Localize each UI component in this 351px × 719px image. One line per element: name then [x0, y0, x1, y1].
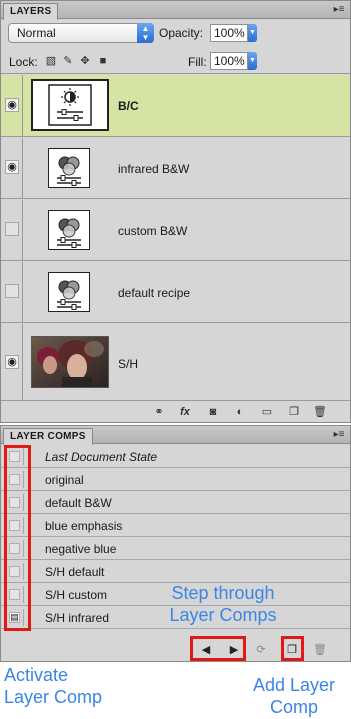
step-through-annotation: Step through Layer Comps [164, 582, 282, 626]
layer-comps-panel: LAYER COMPS ▸≡ Last Document State origi… [0, 425, 351, 662]
comp-row-last-document-state[interactable]: Last Document State [1, 445, 350, 468]
comp-name: S/H default [45, 565, 105, 579]
comp-row-sh-default[interactable]: S/H default [1, 560, 350, 583]
link-icon[interactable]: ⚭ [152, 405, 166, 419]
lock-pixels-icon[interactable]: ✎ [62, 55, 74, 67]
comp-row-original[interactable]: original [1, 468, 350, 491]
brightness-contrast-adjustment-icon [31, 79, 109, 131]
comp-row-negative-blue[interactable]: negative blue [1, 537, 350, 560]
black-white-adjustment-icon [48, 272, 90, 312]
blend-row: Normal ▲ ▼ Opacity: 100% ▼ [1, 20, 350, 47]
add-highlight-box [281, 636, 304, 661]
folder-icon[interactable]: ▭ [260, 405, 274, 419]
comp-name: default B&W [45, 496, 112, 510]
eye-icon[interactable]: ◉ [5, 160, 19, 174]
opacity-field[interactable]: 100% [210, 24, 248, 42]
layer-row-default-recipe[interactable]: default recipe [1, 262, 350, 323]
black-white-adjustment-icon [48, 210, 90, 250]
layers-footer: ⚭ fx ◙ ◐ ▭ ❐ 🗑 [1, 402, 350, 422]
lock-row: Lock: ▧ ✎ ✥ ■ Fill: 100% ▼ [1, 48, 350, 74]
annotation-line: Activate [4, 665, 69, 685]
opacity-label: Opacity: [159, 26, 204, 40]
layers-tabbar: LAYERS ▸≡ [1, 1, 350, 20]
visibility-toggle-empty[interactable] [5, 222, 19, 236]
comp-row-default-bw[interactable]: default B&W [1, 491, 350, 514]
layer-row-infrared-bw[interactable]: ◉ infrared B&W [1, 138, 350, 199]
adjustment-icon[interactable]: ◐ [233, 405, 247, 419]
lock-all-icon[interactable]: ■ [97, 55, 109, 67]
lock-position-icon[interactable]: ✥ [79, 55, 91, 67]
visibility-cell: ◉ [1, 75, 23, 136]
step-highlight-box [190, 636, 246, 661]
annotation-line: Step through [171, 583, 275, 603]
lock-transparency-icon[interactable]: ▧ [45, 55, 57, 67]
eye-icon[interactable]: ◉ [5, 355, 19, 369]
trash-icon[interactable]: 🗑 [313, 405, 327, 419]
layer-name: custom B&W [118, 224, 188, 238]
layer-name: B/C [118, 99, 139, 113]
fill-field[interactable]: 100% [210, 52, 248, 70]
visibility-toggle-empty[interactable] [5, 284, 19, 298]
layers-tab[interactable]: LAYERS [3, 3, 59, 20]
trash-icon[interactable]: 🗑 [310, 642, 330, 658]
add-comp-annotation: Add Layer Comp [246, 674, 342, 718]
blend-mode-select[interactable]: Normal ▲ ▼ [8, 23, 154, 43]
panel-menu-icon[interactable]: ▸≡ [332, 4, 346, 16]
lock-label: Lock: [9, 55, 38, 69]
annotation-line: Add Layer [252, 675, 336, 695]
panel-menu-icon[interactable]: ▸≡ [332, 429, 346, 441]
comps-tabbar: LAYER COMPS ▸≡ [1, 426, 350, 445]
comp-name: blue emphasis [45, 519, 123, 533]
activate-annotation: Activate Layer Comp [4, 664, 102, 708]
layer-name: S/H [118, 357, 139, 371]
mask-icon[interactable]: ◙ [206, 405, 220, 419]
visibility-cell [1, 262, 23, 322]
comp-row-blue-emphasis[interactable]: blue emphasis [1, 514, 350, 537]
blend-mode-value: Normal [17, 26, 56, 40]
eye-icon[interactable]: ◉ [5, 98, 19, 112]
fill-label: Fill: [188, 55, 207, 69]
black-white-adjustment-icon [48, 148, 90, 188]
opacity-dropdown-icon[interactable]: ▼ [248, 24, 257, 42]
comp-name: S/H custom [45, 588, 108, 602]
photo-thumbnail [31, 336, 109, 388]
comp-name: Last Document State [45, 450, 158, 464]
layer-name: infrared B&W [118, 162, 190, 176]
comp-name: original [45, 473, 84, 487]
layer-name: default recipe [118, 286, 191, 300]
activate-highlight-box [4, 445, 31, 631]
layer-row-bc[interactable]: ◉ B/C [1, 75, 350, 137]
comp-name: negative blue [45, 542, 117, 556]
layer-row-sh[interactable]: ◉ S/H [1, 324, 350, 401]
layer-row-custom-bw[interactable]: custom B&W [1, 200, 350, 261]
visibility-cell [1, 200, 23, 260]
fill-dropdown-icon[interactable]: ▼ [248, 52, 257, 70]
comp-name: S/H infrared [45, 611, 110, 625]
visibility-cell: ◉ [1, 138, 23, 198]
layers-panel: LAYERS ▸≡ Normal ▲ ▼ Opacity: 100% ▼ Lock… [0, 0, 351, 423]
chevron-updown-icon: ▲ ▼ [137, 23, 154, 43]
fx-icon[interactable]: fx [178, 405, 192, 419]
update-icon[interactable]: ⟳ [251, 642, 271, 658]
visibility-cell: ◉ [1, 324, 23, 400]
new-layer-icon[interactable]: ❐ [287, 405, 301, 419]
layer-comps-tab[interactable]: LAYER COMPS [3, 428, 93, 445]
annotation-line: Layer Comps [169, 605, 277, 625]
annotation-line: Comp [269, 697, 318, 717]
annotation-line: Layer Comp [4, 687, 103, 707]
